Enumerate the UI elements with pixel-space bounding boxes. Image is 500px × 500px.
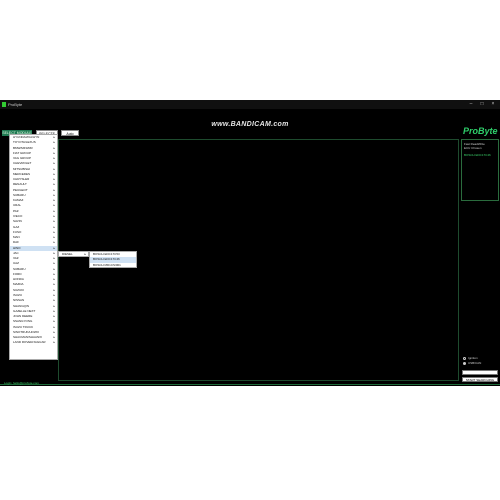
toolbar: SELECT MODULE SELECTE Auto Detect (0, 129, 500, 142)
radio-label: Ignition (468, 356, 478, 360)
auto-detect-button[interactable]: Auto Detect (61, 130, 79, 142)
menu-item-label: SAVIN (13, 219, 22, 224)
radio-label: USB/CAN (468, 361, 482, 365)
maximize-button[interactable]: □ (477, 100, 487, 109)
radio-ignition[interactable]: Ignition (463, 356, 478, 360)
menu-item-label: RENAULT (13, 182, 27, 187)
info-panel: Fast ReadWrite ECU Chosen BOSCH EDC17C46 (461, 139, 499, 201)
menu-item-label: HONDA (13, 277, 24, 282)
menu-item-ecu[interactable]: BOSCH MD1CS/001 (90, 263, 136, 268)
menu-item-label: GAZ (13, 224, 20, 229)
input-field[interactable] (462, 370, 498, 375)
title-bar: ProByte – □ × (0, 100, 500, 109)
minimize-button[interactable]: – (466, 100, 476, 109)
menu-item-brand[interactable]: LAND ROVER/JAGUAR ▸ (10, 340, 57, 345)
menu-item-label: ISUZU TRUCK (13, 324, 34, 329)
menu-item-label: URAL (13, 203, 22, 208)
ecu-submenu: BOSCH EDC17C53 BOSCH EDC17C46 BOSCH MD1C… (89, 251, 137, 268)
start-searching-button[interactable]: START SEARCHING (462, 377, 498, 382)
menu-item-label: DAF (13, 240, 19, 245)
menu-item-label: MITSUBISHI (13, 166, 31, 171)
menu-item-label: VAZ (13, 256, 19, 261)
info-line: ECU Chosen (464, 146, 482, 150)
menu-item-label: KAMAZ (13, 198, 24, 203)
close-button[interactable]: × (488, 100, 498, 109)
menu-item-label: NISSAN (13, 298, 25, 303)
menu-item-label: DIESEL (62, 252, 73, 256)
menu-item-label: BMW/MINI/RR (13, 145, 33, 150)
menu-item-label: GAZELLE NEXT (13, 308, 36, 313)
radio-icon (463, 356, 466, 360)
menu-item-label: MAN (13, 235, 20, 240)
menu-item-label: PEUGEOT (13, 187, 28, 192)
info-ecu: BOSCH EDC17C46 (464, 153, 491, 157)
radio-icon (463, 361, 466, 365)
status-text: Login: hello@probyte.com (4, 381, 39, 385)
radio-usb-can[interactable]: USB/CAN (463, 361, 481, 365)
menu-item-label: SUBARU (13, 266, 26, 271)
menu-item-label: CHRYSLER (13, 177, 30, 182)
window-title: ProByte (8, 102, 23, 107)
menu-item-label: JOHN DEERE (13, 314, 33, 319)
menu-item-label: HINO (13, 245, 21, 250)
menu-item-diesel[interactable]: DIESEL ▸ (59, 252, 88, 257)
menu-item-label: MERCEDES (13, 171, 31, 176)
brand-menu: HYUNDAI/KIA/HYN ▸ TOYOTA/LEXUS ▸ BMW/MINI/RR… (9, 134, 58, 360)
menu-item-label: PAZ (13, 208, 19, 213)
menu-item-label: VAG GROUP (13, 156, 31, 161)
menu-item-label: FIAT GROUP (13, 150, 32, 155)
menu-item-label: SUZUKI (13, 287, 25, 292)
divider (0, 384, 500, 385)
chevron-right-icon: ▸ (84, 252, 86, 256)
menu-item-label: HYUNDAI/KIA/HYN (13, 135, 40, 139)
app-icon (2, 102, 6, 107)
menu-item-label: JAC (13, 250, 19, 255)
menu-item-label: FUSO (13, 229, 22, 234)
menu-item-label: SSANGYONG (13, 319, 33, 324)
menu-item-label: SUBARU (13, 192, 26, 197)
menu-item-label: SINOTRUK/HOWO (13, 329, 39, 334)
probyte-logo: ProByte (463, 126, 498, 136)
menu-item-label: SHANGQIN (13, 303, 30, 308)
menu-item-label: UAZ (13, 261, 19, 266)
menu-item-label: FORD (13, 271, 22, 276)
menu-item-label: MAZDA (13, 282, 24, 287)
watermark: www.BANDICAM.com (211, 121, 289, 128)
fuel-submenu: DIESEL ▸ (58, 251, 89, 257)
menu-item-label: SHACMAN/SHAANXI (13, 335, 43, 340)
menu-item-label: ISUZU (13, 292, 22, 297)
menu-item-label: TOYOTA/LEXUS (13, 140, 36, 145)
menu-item-label: LAND ROVER/JAGUAR (13, 340, 46, 345)
menu-item-label: CHEVROLET (13, 161, 32, 166)
chevron-right-icon: ▸ (53, 340, 55, 345)
menu-item-label: IVECO (13, 213, 23, 218)
